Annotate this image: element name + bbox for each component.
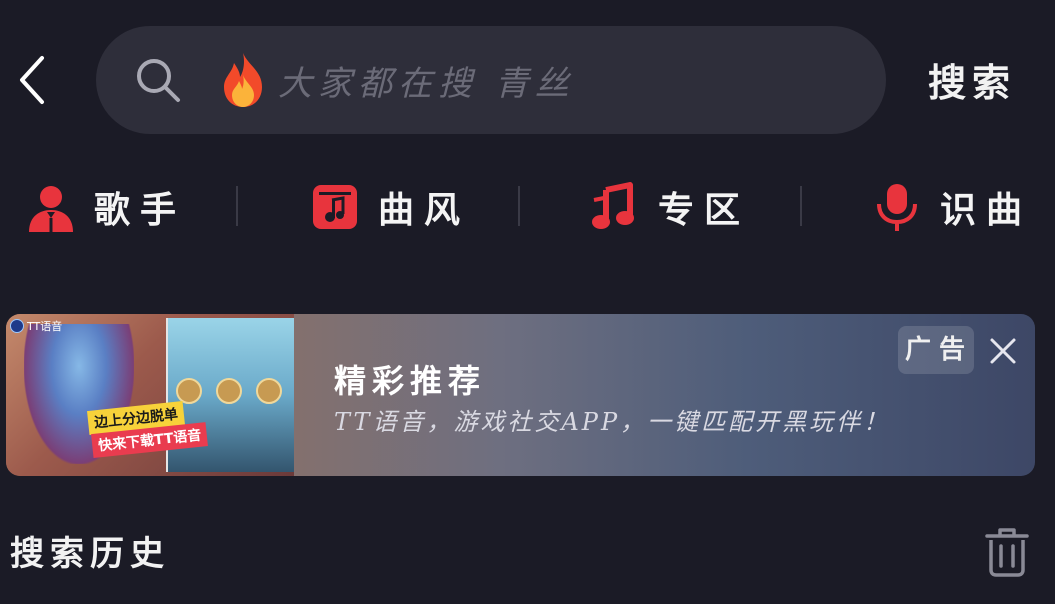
back-button[interactable]: [14, 52, 54, 108]
clear-history-button[interactable]: [984, 526, 1030, 578]
search-history-title: 搜索历史: [10, 534, 170, 574]
tt-logo: TT语音: [10, 318, 62, 334]
category-divider: [518, 186, 520, 226]
music-style-icon: [313, 185, 357, 229]
search-icon: [137, 59, 180, 102]
ad-rank-badges: [176, 378, 282, 404]
search-page: 大家都在搜 青丝 搜索 歌手 曲风 专区 识曲 TT语音 边上分边脱单 快来下载…: [0, 0, 1055, 604]
ad-image: TT语音 边上分边脱单 快来下载TT语音: [6, 314, 294, 476]
ad-subtitle: TT语音，游戏社交APP，一键匹配开黑玩伴！: [334, 408, 891, 436]
fire-icon: [224, 53, 262, 107]
microphone-icon: [877, 184, 917, 231]
category-label: 识曲: [940, 189, 1033, 231]
category-singer[interactable]: 歌手: [26, 176, 186, 238]
search-placeholder: 大家都在搜 青丝: [278, 63, 575, 104]
ad-title: 精彩推荐: [334, 362, 487, 400]
tt-logo-icon: [10, 319, 24, 333]
category-label: 曲风: [378, 189, 471, 231]
category-recognize[interactable]: 识曲: [872, 176, 1032, 238]
category-divider: [236, 186, 238, 226]
search-button[interactable]: 搜索: [928, 52, 1016, 108]
category-divider: [800, 186, 802, 226]
category-zone[interactable]: 专区: [590, 176, 750, 238]
category-row: 歌手 曲风 专区 识曲: [0, 176, 1055, 238]
category-style[interactable]: 曲风: [310, 176, 470, 238]
singer-icon: [29, 186, 73, 232]
ad-banner[interactable]: TT语音 边上分边脱单 快来下载TT语音 精彩推荐 TT语音，游戏社交APP，一…: [6, 314, 1035, 476]
chevron-left-icon: [20, 56, 44, 104]
rank-badge-icon: [176, 378, 202, 404]
search-input[interactable]: 大家都在搜 青丝: [96, 26, 886, 134]
category-label: 歌手: [94, 189, 187, 231]
music-note-icon: [592, 182, 634, 229]
ad-close-button[interactable]: [988, 336, 1018, 366]
ad-tag: 广告: [898, 326, 974, 374]
rank-badge-icon: [256, 378, 282, 404]
rank-badge-icon: [216, 378, 242, 404]
category-label: 专区: [658, 189, 751, 231]
trash-icon: [985, 528, 1029, 577]
close-icon: [990, 338, 1016, 364]
